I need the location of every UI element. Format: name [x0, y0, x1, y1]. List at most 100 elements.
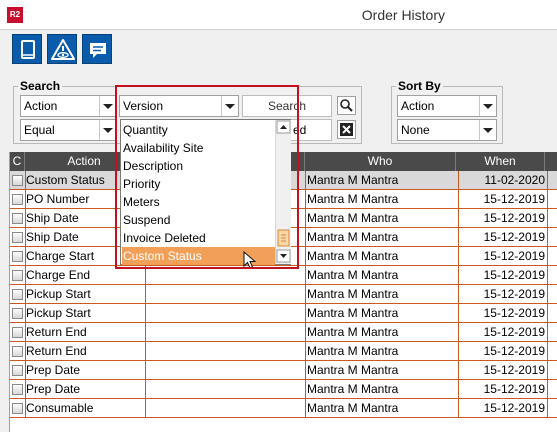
column-header-when[interactable]: When: [456, 152, 545, 171]
search-value-text: ed: [293, 123, 307, 137]
row-checkbox[interactable]: [10, 209, 26, 228]
row-when: 15-12-2019: [456, 266, 548, 285]
chevron-down-icon: [99, 96, 116, 116]
row-when: 15-12-2019: [456, 342, 548, 361]
row-action: Prep Date: [25, 361, 146, 380]
table-row[interactable]: Return End Mantra M Mantra 15-12-2019: [10, 342, 557, 361]
row-checkbox[interactable]: [10, 285, 26, 304]
row-when: 15-12-2019: [456, 304, 548, 323]
row-checkbox[interactable]: [10, 190, 26, 209]
row-when: 15-12-2019: [456, 247, 548, 266]
sort-label: Sort By: [396, 79, 443, 93]
row-who: Mantra M Mantra: [305, 171, 459, 190]
row-who: Mantra M Mantra: [305, 247, 459, 266]
table-row[interactable]: Pickup Start Mantra M Mantra 15-12-2019: [10, 304, 557, 323]
warning-view-button[interactable]: [47, 34, 77, 64]
row-blank: [144, 380, 306, 399]
search-icon: [340, 99, 353, 112]
search-operator-value: Equal: [24, 123, 55, 137]
row-checkbox[interactable]: [10, 399, 26, 418]
search-column-combo[interactable]: Version: [119, 95, 239, 117]
row-checkbox[interactable]: [10, 323, 26, 342]
dropdown-item[interactable]: Meters: [122, 193, 275, 211]
row-blank: [144, 342, 306, 361]
window-title: Order History: [361, 7, 445, 23]
table-row[interactable]: Prep Date Mantra M Mantra 15-12-2019: [10, 380, 557, 399]
search-field-combo[interactable]: Action: [20, 95, 117, 117]
row-blank: [144, 304, 306, 323]
row-blank: [144, 266, 306, 285]
row-who: Mantra M Mantra: [305, 190, 459, 209]
row-checkbox[interactable]: [10, 380, 26, 399]
row-action: Pickup Start: [25, 285, 146, 304]
row-who: Mantra M Mantra: [305, 323, 459, 342]
dropdown-item[interactable]: Invoice Deleted: [122, 229, 275, 247]
row-checkbox[interactable]: [10, 304, 26, 323]
column-header-check[interactable]: C: [10, 152, 25, 171]
row-blank: [144, 361, 306, 380]
chevron-down-icon: [479, 120, 496, 140]
search-magnifier-button[interactable]: [337, 96, 356, 115]
row-action: Prep Date: [25, 380, 146, 399]
comment-icon: [90, 43, 106, 58]
row-who: Mantra M Mantra: [305, 209, 459, 228]
chevron-down-icon: [221, 96, 238, 116]
chevron-down-icon: [99, 120, 116, 140]
close-icon: [340, 123, 353, 136]
table-row[interactable]: Prep Date Mantra M Mantra 15-12-2019: [10, 361, 557, 380]
search-column-value: Version: [123, 99, 164, 113]
row-action: Pickup Start: [25, 304, 146, 323]
row-who: Mantra M Mantra: [305, 304, 459, 323]
row-blank: [144, 323, 306, 342]
table-row[interactable]: Consumable Mantra M Mantra 15-12-2019: [10, 399, 557, 418]
row-who: Mantra M Mantra: [305, 285, 459, 304]
row-action: Return End: [25, 342, 146, 361]
row-when: 15-12-2019: [456, 399, 548, 418]
sort-secondary-combo[interactable]: None: [397, 119, 497, 141]
row-who: Mantra M Mantra: [305, 361, 459, 380]
dropdown-scrollbar[interactable]: [275, 120, 291, 264]
row-when: 15-12-2019: [456, 228, 548, 247]
document-button[interactable]: [12, 34, 42, 64]
row-who: Mantra M Mantra: [305, 399, 459, 418]
sort-primary-value: Action: [401, 99, 435, 113]
clear-search-button[interactable]: [337, 120, 356, 139]
table-row[interactable]: Pickup Start Mantra M Mantra 15-12-2019: [10, 285, 557, 304]
column-header-who[interactable]: Who: [305, 152, 456, 171]
dropdown-item[interactable]: Description: [122, 157, 275, 175]
warning-eye-icon: [51, 39, 75, 60]
row-checkbox[interactable]: [10, 171, 26, 190]
row-when: 15-12-2019: [456, 285, 548, 304]
row-blank: [144, 285, 306, 304]
row-when: 11-02-2020: [456, 171, 548, 190]
search-label: Search: [18, 79, 63, 93]
search-operator-combo[interactable]: Equal: [20, 119, 117, 141]
row-when: 15-12-2019: [456, 190, 548, 209]
row-checkbox[interactable]: [10, 228, 26, 247]
row-checkbox[interactable]: [10, 361, 26, 380]
search-button[interactable]: Search: [242, 95, 332, 117]
row-who: Mantra M Mantra: [305, 380, 459, 399]
row-when: 15-12-2019: [456, 361, 548, 380]
column-header-filler: [545, 152, 557, 171]
scrollbar-graphic: [276, 120, 291, 263]
row-checkbox[interactable]: [10, 247, 26, 266]
sort-primary-combo[interactable]: Action: [397, 95, 497, 117]
dropdown-item[interactable]: Suspend: [122, 211, 275, 229]
row-checkbox[interactable]: [10, 342, 26, 361]
row-when: 15-12-2019: [456, 323, 548, 342]
table-row[interactable]: Charge End Mantra M Mantra 15-12-2019: [10, 266, 557, 285]
row-when: 15-12-2019: [456, 209, 548, 228]
dropdown-item[interactable]: Quantity: [122, 121, 275, 139]
row-action: Charge End: [25, 266, 146, 285]
row-action: Return End: [25, 323, 146, 342]
table-row[interactable]: Return End Mantra M Mantra 15-12-2019: [10, 323, 557, 342]
title-bar: R2 Order History: [0, 0, 557, 30]
comment-button[interactable]: [82, 34, 112, 64]
dropdown-item[interactable]: Availability Site: [122, 139, 275, 157]
column-dropdown-list[interactable]: Quantity Availability Site Description Prio…: [120, 119, 291, 269]
search-field-value: Action: [24, 99, 58, 113]
row-blank: [144, 399, 306, 418]
dropdown-item[interactable]: Priority: [122, 175, 275, 193]
row-checkbox[interactable]: [10, 266, 26, 285]
